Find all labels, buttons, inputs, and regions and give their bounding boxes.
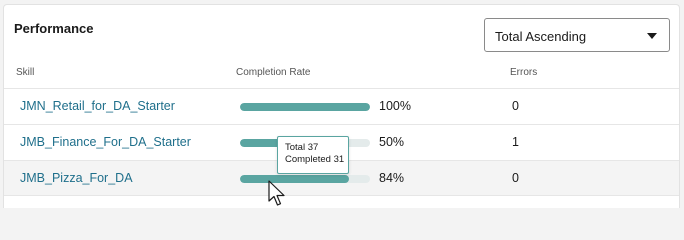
completion-rate-value: 84% (379, 171, 405, 185)
sort-dropdown[interactable]: Total Ascending (484, 18, 670, 52)
column-header-completion-rate: Completion Rate (236, 67, 311, 78)
completion-rate-value: 100% (379, 99, 411, 113)
sort-selected-value: Total Ascending (495, 29, 587, 44)
completion-tooltip: Total 37 Completed 31 (277, 136, 349, 174)
errors-value: 0 (512, 171, 519, 185)
column-header-errors: Errors (510, 67, 538, 78)
completion-bar-fill (240, 103, 370, 111)
tooltip-total: Total 37 (285, 142, 319, 153)
skill-link[interactable]: JMB_Finance_For_DA_Starter (20, 135, 191, 149)
completion-bar (240, 103, 370, 111)
errors-value: 1 (512, 135, 519, 149)
performance-panel: Performance Total Ascending Skill Comple… (3, 4, 680, 208)
completion-bar-fill (240, 175, 350, 183)
errors-value: 0 (512, 99, 519, 113)
completion-rate-value: 50% (379, 135, 405, 149)
mouse-pointer-icon (268, 180, 285, 206)
table-row: JMN_Retail_for_DA_Starter 100% 0 (4, 88, 679, 124)
completion-bar[interactable] (240, 175, 370, 183)
column-header-skill: Skill (16, 67, 35, 78)
skill-link[interactable]: JMB_Pizza_For_DA (20, 171, 133, 185)
tooltip-completed: Completed 31 (285, 154, 345, 165)
chevron-down-icon (647, 33, 657, 39)
skill-link[interactable]: JMN_Retail_for_DA_Starter (20, 99, 175, 113)
panel-title: Performance (14, 21, 94, 36)
